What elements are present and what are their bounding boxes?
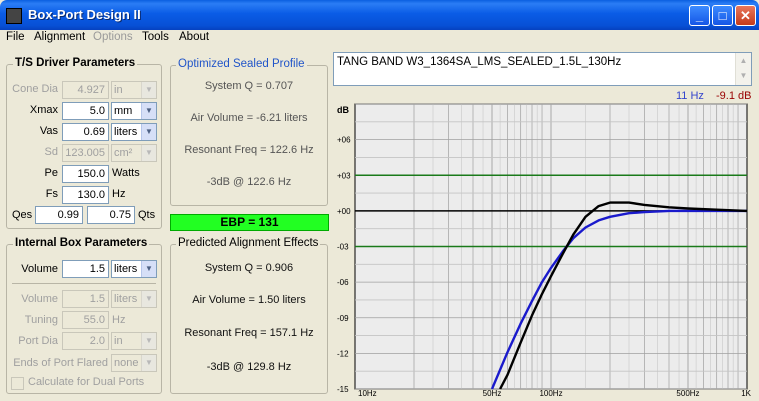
- vas-label: Vas: [39, 125, 58, 137]
- optimized-profile-title: Optimized Sealed Profile: [176, 58, 307, 70]
- ebp-indicator: EBP = 131: [170, 214, 329, 231]
- box-volume-label: Volume: [21, 263, 58, 275]
- y-tick-label: -06: [337, 278, 349, 287]
- y-axis-label: dB: [337, 105, 349, 115]
- divider: [12, 283, 156, 284]
- x-tick-label: 100Hz: [539, 389, 562, 397]
- tuning-field: 55.0: [62, 311, 109, 329]
- dual-ports-checkbox: [11, 377, 24, 390]
- ends-flared-label: Ends of Port Flared: [13, 357, 108, 369]
- comment-textarea[interactable]: TANG BAND W3_1364SA_LMS_SEALED_1.5L_130H…: [333, 52, 752, 86]
- xmax-label: Xmax: [29, 104, 58, 116]
- xmax-unit-select[interactable]: mm ▼: [111, 102, 157, 120]
- cone-dia-unit-select: in ▼: [111, 81, 157, 99]
- pe-unit: Watts: [112, 167, 140, 179]
- ts-driver-title: T/S Driver Parameters: [13, 57, 138, 69]
- menu-alignment[interactable]: Alignment: [34, 31, 85, 43]
- close-button[interactable]: ✕: [735, 5, 756, 26]
- optimized-system-q: System Q = 0.707: [204, 80, 294, 92]
- y-tick-label: +06: [337, 136, 351, 145]
- dual-ports-label: Calculate for Dual Ports: [28, 376, 145, 388]
- menu-file[interactable]: File: [6, 31, 25, 43]
- vas-field[interactable]: 0.69: [62, 123, 109, 141]
- menu-tools[interactable]: Tools: [142, 31, 169, 43]
- port-volume-unit-select: liters ▼: [111, 290, 157, 308]
- pe-field[interactable]: 150.0: [62, 165, 109, 183]
- box-params-title: Internal Box Parameters: [13, 237, 150, 249]
- x-tick-label: 1K: [741, 389, 751, 397]
- y-tick-label: -15: [337, 385, 349, 394]
- predicted-f3: -3dB @ 129.8 Hz: [206, 361, 292, 373]
- predicted-resonant-freq: Resonant Freq = 157.1 Hz: [184, 327, 314, 339]
- minimize-button[interactable]: _: [689, 5, 710, 26]
- qts-field[interactable]: 0.75: [87, 206, 135, 224]
- sd-unit-select: cm² ▼: [111, 144, 157, 162]
- y-tick-label: +03: [337, 171, 351, 180]
- scroll-up-icon[interactable]: ▲: [736, 53, 751, 68]
- cone-dia-field: 4.927: [62, 81, 109, 99]
- predicted-air-volume: Air Volume = 1.50 liters: [192, 294, 306, 306]
- ends-flared-select: none ▼: [111, 354, 157, 372]
- sd-field: 123.005: [62, 144, 109, 162]
- window-title: Box-Port Design II: [28, 7, 141, 22]
- y-tick-label: -09: [337, 314, 349, 323]
- optimized-air-volume: Air Volume = -6.21 liters: [190, 112, 308, 124]
- fs-field[interactable]: 130.0: [62, 186, 109, 204]
- box-volume-unit-select[interactable]: liters ▼: [111, 260, 157, 278]
- fs-label: Fs: [45, 188, 58, 200]
- x-tick-label: 10Hz: [358, 389, 377, 397]
- app-icon[interactable]: [6, 8, 22, 24]
- port-volume-field: 1.5: [62, 290, 109, 308]
- scroll-down-icon[interactable]: ▼: [736, 68, 751, 83]
- sd-label: Sd: [44, 146, 58, 158]
- pe-label: Pe: [44, 167, 58, 179]
- optimized-f3: -3dB @ 122.6 Hz: [206, 176, 292, 188]
- box-volume-field[interactable]: 1.5: [62, 260, 109, 278]
- xmax-field[interactable]: 5.0: [62, 102, 109, 120]
- qts-label: Qts: [138, 209, 156, 221]
- port-volume-label: Volume: [21, 293, 58, 305]
- qes-field[interactable]: 0.99: [35, 206, 83, 224]
- frequency-response-chart[interactable]: +06 +03 +00 -03 -06 -09 -12 -15 10Hz 50Hz 100Hz 50…: [333, 101, 753, 397]
- qes-label: Qes: [12, 209, 33, 221]
- tuning-label: Tuning: [24, 314, 58, 326]
- x-tick-label: 500Hz: [676, 389, 699, 397]
- maximize-button[interactable]: □: [712, 5, 733, 26]
- y-tick-label: -03: [337, 243, 349, 252]
- vas-unit-select[interactable]: liters ▼: [111, 123, 157, 141]
- y-tick-label: -12: [337, 349, 349, 358]
- predicted-effects-title: Predicted Alignment Effects: [176, 237, 321, 249]
- optimized-resonant-freq: Resonant Freq = 122.6 Hz: [184, 144, 314, 156]
- predicted-system-q: System Q = 0.906: [204, 262, 294, 274]
- menu-options: Options: [93, 31, 133, 43]
- menu-about[interactable]: About: [179, 31, 209, 43]
- cone-dia-label: Cone Dia: [12, 83, 58, 95]
- tuning-unit: Hz: [112, 314, 126, 326]
- y-tick-label: +00: [337, 207, 351, 216]
- port-dia-field: 2.0: [62, 332, 109, 350]
- x-tick-label: 50Hz: [483, 389, 502, 397]
- fs-unit: Hz: [112, 188, 126, 200]
- port-dia-label: Port Dia: [18, 335, 58, 347]
- comment-text: TANG BAND W3_1364SA_LMS_SEALED_1.5L_130H…: [337, 56, 622, 68]
- comment-scrollbar[interactable]: ▲ ▼: [735, 53, 751, 85]
- port-dia-unit-select: in ▼: [111, 332, 157, 350]
